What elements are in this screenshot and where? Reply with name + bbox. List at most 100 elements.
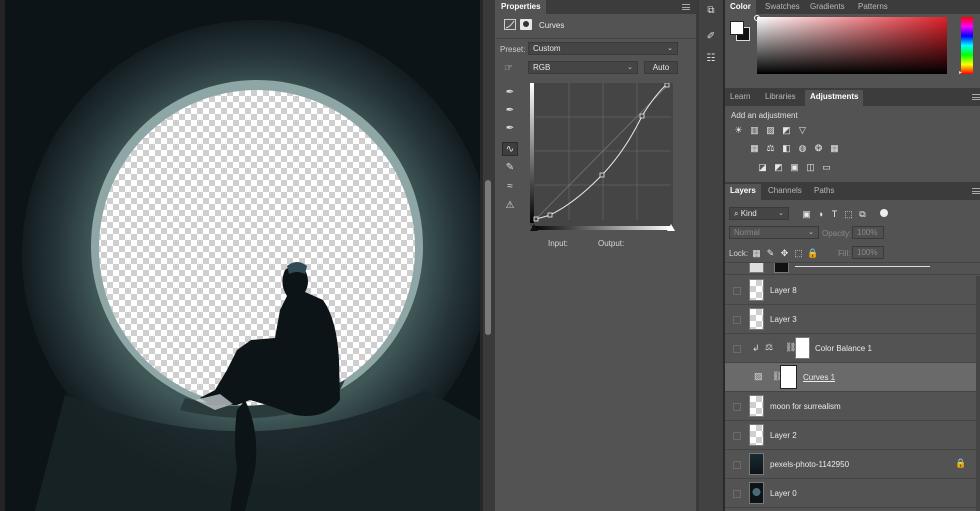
- visibility-toggle[interactable]: [733, 403, 741, 411]
- tab-color[interactable]: Color: [725, 0, 756, 14]
- panel-menu-icon[interactable]: [972, 188, 980, 194]
- clipping-warning-icon[interactable]: ⚠: [502, 199, 518, 213]
- canvas-scroll-thumb[interactable]: [485, 180, 491, 335]
- color-picker-handle[interactable]: [754, 15, 760, 21]
- filter-type-icon[interactable]: T: [829, 209, 840, 219]
- blend-mode-dropdown[interactable]: Normal ⌄: [729, 226, 819, 239]
- hue-slider-handle[interactable]: ▸: [959, 69, 962, 76]
- channel-mixer-icon[interactable]: ❂: [813, 143, 824, 153]
- layers-scrollbar[interactable]: [976, 276, 980, 511]
- layer-row-curves-1[interactable]: ▨ ⛓ Curves 1: [725, 363, 980, 392]
- filter-pixel-icon[interactable]: ▣: [801, 209, 812, 219]
- opacity-field[interactable]: 100%: [852, 226, 884, 239]
- pencil-icon[interactable]: ✎: [502, 161, 518, 175]
- channel-dropdown[interactable]: RGB ⌄: [528, 61, 638, 74]
- gradient-map-icon[interactable]: ▭: [821, 162, 832, 172]
- exposure-icon[interactable]: ◩: [781, 125, 792, 135]
- color-balance-icon[interactable]: ⚖: [765, 143, 776, 153]
- layer-name[interactable]: Curves 1: [803, 373, 835, 382]
- tab-adjustments[interactable]: Adjustments: [805, 90, 864, 106]
- hue-slider[interactable]: [961, 17, 973, 74]
- curve-point[interactable]: [547, 212, 553, 218]
- layer-name[interactable]: Color Balance 1: [815, 344, 872, 353]
- tab-libraries[interactable]: Libraries: [760, 90, 801, 104]
- levels-icon[interactable]: ▥: [749, 125, 760, 135]
- lock-image-icon[interactable]: ✎: [765, 248, 776, 258]
- fill-field[interactable]: 100%: [852, 246, 884, 259]
- black-point-eyedropper-icon[interactable]: ✒: [502, 86, 518, 100]
- layer-row-layer-3[interactable]: Layer 3: [725, 305, 980, 334]
- visibility-toggle[interactable]: [733, 490, 741, 498]
- layer-row-color-balance-1[interactable]: ↲ ⚖ ⛓ Color Balance 1: [725, 334, 980, 363]
- curve-point[interactable]: [533, 216, 539, 222]
- layer-name[interactable]: Layer 8: [770, 286, 797, 295]
- panel-menu-icon[interactable]: [682, 4, 690, 10]
- photo-filter-icon[interactable]: ◍: [797, 143, 808, 153]
- layer-name[interactable]: Layer 3: [770, 315, 797, 324]
- filter-toggle[interactable]: [880, 209, 888, 217]
- curves-icon[interactable]: ▨: [765, 125, 776, 135]
- history-icon[interactable]: ⧉: [703, 4, 719, 18]
- lock-transparent-icon[interactable]: ▦: [751, 248, 762, 258]
- visibility-toggle[interactable]: [733, 374, 741, 382]
- foreground-color-swatch[interactable]: [730, 21, 744, 35]
- layer-row-layer-0[interactable]: Layer 0: [725, 479, 980, 508]
- filter-shape-icon[interactable]: ⬚: [843, 209, 854, 219]
- sliders-icon[interactable]: ☷: [703, 52, 719, 66]
- curve-points-tool-icon[interactable]: ∿: [502, 142, 518, 156]
- curve-point[interactable]: [639, 113, 645, 119]
- visibility-toggle[interactable]: [733, 316, 741, 324]
- hue-saturation-icon[interactable]: ▦: [749, 143, 760, 153]
- visibility-toggle[interactable]: [733, 432, 741, 440]
- layer-row-layer-8[interactable]: Layer 8: [725, 276, 980, 305]
- black-white-icon[interactable]: ◧: [781, 143, 792, 153]
- layer-name[interactable]: Layer 0: [770, 489, 797, 498]
- color-field[interactable]: [757, 17, 947, 74]
- lock-all-icon[interactable]: 🔒: [807, 248, 818, 258]
- tab-gradients[interactable]: Gradients: [805, 0, 850, 14]
- threshold-icon[interactable]: ▣: [789, 162, 800, 172]
- layer-name[interactable]: moon for surrealism: [770, 402, 841, 411]
- white-slider-icon[interactable]: [667, 224, 675, 231]
- curves-graph[interactable]: [530, 82, 673, 226]
- smooth-curve-icon[interactable]: ≈: [502, 180, 518, 194]
- curves-svg[interactable]: [530, 82, 673, 226]
- curve-point[interactable]: [664, 82, 670, 88]
- panel-menu-icon[interactable]: [972, 94, 980, 100]
- mask-icon[interactable]: [520, 19, 532, 30]
- tab-learn[interactable]: Learn: [725, 90, 755, 104]
- visibility-toggle[interactable]: [733, 287, 741, 295]
- filter-kind-dropdown[interactable]: ⌕ Kind ⌄: [729, 207, 789, 220]
- canvas-area[interactable]: [0, 0, 487, 511]
- white-point-eyedropper-icon[interactable]: ✒: [502, 122, 518, 136]
- layer-row-partial[interactable]: [725, 263, 980, 275]
- layer-name[interactable]: pexels-photo-1142950: [770, 460, 849, 469]
- tab-layers[interactable]: Layers: [725, 184, 761, 200]
- posterize-icon[interactable]: ◩: [773, 162, 784, 172]
- brush-icon[interactable]: ✐: [703, 30, 719, 44]
- gray-point-eyedropper-icon[interactable]: ✒: [502, 104, 518, 118]
- tab-swatches[interactable]: Swatches: [760, 0, 805, 14]
- color-lookup-icon[interactable]: ▦: [829, 143, 840, 153]
- tab-properties[interactable]: Properties: [496, 0, 546, 14]
- curve-point[interactable]: [599, 172, 605, 178]
- layer-name[interactable]: Layer 2: [770, 431, 797, 440]
- auto-button[interactable]: Auto: [644, 61, 678, 74]
- on-image-adjust-icon[interactable]: ☞: [504, 63, 513, 74]
- layer-row-moon-for-surrealism[interactable]: moon for surrealism: [725, 392, 980, 421]
- layer-row-pexels-photo[interactable]: pexels-photo-1142950 🔒: [725, 450, 980, 479]
- lock-artboard-icon[interactable]: ⬚: [793, 248, 804, 258]
- brightness-icon[interactable]: ☀: [733, 125, 744, 135]
- filter-smart-object-icon[interactable]: ⧉: [857, 209, 868, 219]
- document-canvas[interactable]: [5, 0, 480, 511]
- vibrance-icon[interactable]: ▽: [797, 125, 808, 135]
- lock-position-icon[interactable]: ✥: [779, 248, 790, 258]
- invert-icon[interactable]: ◪: [757, 162, 768, 172]
- tab-channels[interactable]: Channels: [763, 184, 807, 198]
- visibility-toggle[interactable]: [733, 461, 741, 469]
- black-slider-icon[interactable]: [530, 224, 538, 231]
- tab-paths[interactable]: Paths: [809, 184, 839, 198]
- visibility-toggle[interactable]: [733, 345, 741, 353]
- layer-row-layer-2[interactable]: Layer 2: [725, 421, 980, 450]
- selective-color-icon[interactable]: ◫: [805, 162, 816, 172]
